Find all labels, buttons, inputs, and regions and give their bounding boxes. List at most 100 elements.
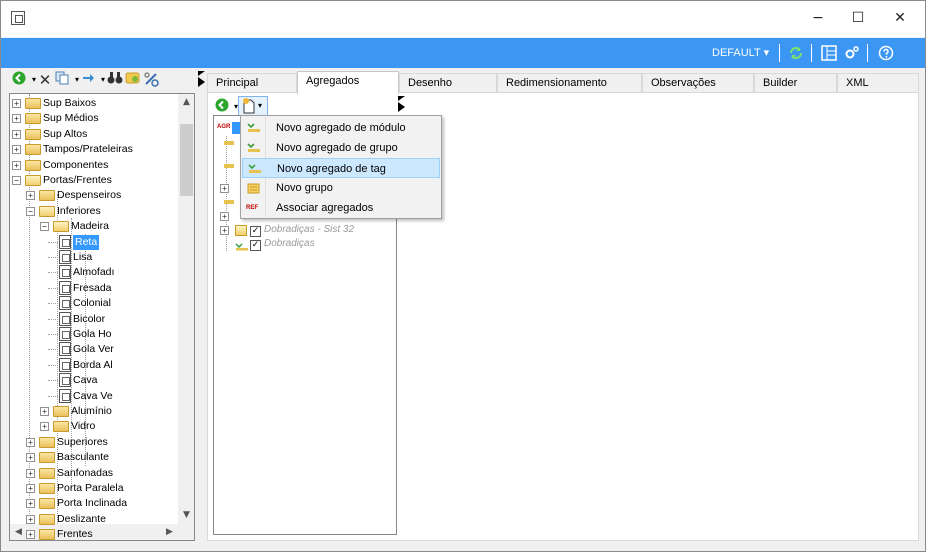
tab-principal[interactable]: Principal — [207, 73, 297, 93]
expander-icon[interactable]: + — [40, 422, 49, 432]
module-icon — [59, 373, 71, 388]
module-icon — [59, 342, 71, 357]
scroll-left-icon[interactable]: ◀ — [10, 524, 27, 540]
tree-item-label: Madeira — [71, 220, 109, 233]
tree-item-label: Bicolor — [73, 312, 106, 325]
vertical-scrollbar[interactable]: ▲ ▼ — [178, 94, 194, 524]
folder-icon — [235, 225, 247, 236]
folder-icon — [25, 113, 41, 125]
expander-icon[interactable]: + — [12, 160, 21, 170]
expander-icon[interactable]: − — [40, 222, 49, 232]
tree-item-label: Cava Ve — [73, 389, 113, 402]
expander-icon[interactable]: + — [12, 99, 21, 108]
tree-item-label: Inferiores — [57, 204, 101, 217]
scroll-up-icon[interactable]: ▲ — [178, 94, 194, 111]
tools-icon[interactable] — [143, 71, 159, 89]
tab-strip: Principal Agregados Desenho Redimensionamen… — [207, 71, 919, 94]
tree-item-label: Vidro — [71, 420, 96, 433]
module-icon — [59, 234, 71, 249]
go-icon[interactable] — [11, 71, 27, 89]
menu-item-novo-agregado-grupo[interactable]: Novo agregado de grupo — [242, 138, 440, 158]
scrollbar-corner — [178, 524, 194, 540]
module-tree[interactable]: ▲ ▼ ◀ ▶ + Sup Baixos + Sup Médios + Sup Altos… — [9, 93, 195, 541]
expander-icon[interactable]: − — [12, 176, 21, 185]
folder-icon — [39, 452, 55, 464]
menu-item-label: Novo agregado de grupo — [276, 142, 398, 154]
aggregate-label[interactable]: Dobradiças — [264, 238, 315, 249]
menu-item-novo-grupo[interactable]: Novo grupo — [242, 178, 440, 198]
toolbar-divider — [811, 44, 812, 62]
expander-icon[interactable]: + — [26, 468, 35, 478]
module-icon — [59, 250, 71, 264]
tree-item-label: Frentes — [57, 528, 93, 541]
splitter-handle[interactable] — [198, 71, 206, 93]
tab-observacoes[interactable]: Observações — [642, 73, 754, 93]
expander-icon[interactable]: + — [26, 514, 35, 524]
tree-item-label: Despenseiros — [57, 189, 122, 202]
tab-redimensionamento[interactable]: Redimensionamento — [497, 73, 642, 93]
tree-line — [48, 287, 58, 289]
copy-icon[interactable] — [54, 71, 70, 89]
tree-line — [48, 395, 58, 397]
ref-icon: REF — [246, 205, 258, 211]
expander-icon[interactable]: − — [26, 206, 35, 216]
close-button[interactable]: ✕ — [877, 1, 923, 35]
layout-icon[interactable] — [821, 45, 837, 61]
aggregate-module-icon — [246, 121, 262, 135]
expander-icon[interactable]: + — [12, 145, 21, 155]
selected-root-marker — [232, 122, 240, 134]
scroll-down-icon[interactable]: ▼ — [178, 507, 194, 524]
settings-icon[interactable] — [844, 45, 860, 61]
expander-icon[interactable]: + — [26, 530, 35, 540]
menu-item-associar-agregados[interactable]: REF Associar agregados — [242, 198, 440, 218]
folder-icon — [39, 513, 55, 525]
tab-builder[interactable]: Builder — [754, 73, 837, 93]
open-folder-icon — [39, 205, 55, 217]
module-icon — [59, 265, 71, 280]
maximize-button[interactable]: ☐ — [835, 1, 881, 35]
tab-desenho[interactable]: Desenho — [399, 73, 497, 93]
tree-item-label: Colonial — [73, 297, 111, 310]
enable-checkbox[interactable]: ✓ — [250, 226, 261, 237]
aggregate-icon — [224, 141, 234, 145]
expander-icon[interactable]: + — [40, 407, 49, 416]
delete-icon[interactable]: ✕ — [37, 71, 53, 89]
expander-icon[interactable]: + — [220, 184, 229, 193]
folder-icon — [25, 159, 41, 171]
open-folder-icon — [25, 175, 41, 186]
refresh-icon[interactable] — [788, 45, 804, 61]
expander-icon[interactable]: + — [26, 484, 35, 493]
expander-icon[interactable]: + — [26, 499, 35, 509]
scroll-thumb[interactable] — [180, 124, 193, 196]
main-toolbar: DEFAULT ▾ — [1, 38, 925, 68]
title-bar: − ☐ ✕ — [1, 1, 925, 37]
binoculars-icon[interactable] — [107, 71, 123, 89]
expander-icon[interactable]: + — [26, 437, 35, 447]
module-icon — [59, 388, 71, 403]
tab-agregados[interactable]: Agregados — [297, 71, 399, 94]
module-icon — [59, 357, 71, 372]
tree-item-label: Gola Ver — [73, 343, 114, 356]
tree-line — [48, 303, 58, 305]
help-icon[interactable] — [878, 45, 894, 61]
expander-icon[interactable]: + — [220, 226, 229, 235]
enable-checkbox[interactable]: ✓ — [250, 240, 261, 251]
replace-icon[interactable] — [125, 71, 141, 89]
menu-item-novo-agregado-modulo[interactable]: Novo agregado de módulo — [242, 118, 440, 138]
expander-icon[interactable]: + — [220, 212, 229, 221]
expander-icon[interactable]: + — [12, 129, 21, 139]
new-item-button[interactable]: ▾ — [238, 96, 268, 116]
profile-dropdown[interactable]: DEFAULT ▾ — [712, 46, 769, 59]
tree-item-label: Sup Baixos — [43, 97, 97, 109]
folder-icon — [25, 128, 41, 140]
app-icon — [11, 11, 25, 25]
folder-icon — [25, 98, 41, 109]
expander-icon[interactable]: + — [26, 191, 35, 201]
menu-item-novo-agregado-tag[interactable]: Novo agregado de tag — [242, 158, 440, 178]
folder-icon — [39, 529, 55, 540]
scroll-right-icon[interactable]: ▶ — [161, 524, 178, 540]
expander-icon[interactable]: + — [26, 453, 35, 463]
aggregate-label[interactable]: Dobradiças - Sist 32 — [264, 224, 354, 235]
tab-xml[interactable]: XML — [837, 73, 919, 93]
expander-icon[interactable]: + — [12, 114, 21, 124]
